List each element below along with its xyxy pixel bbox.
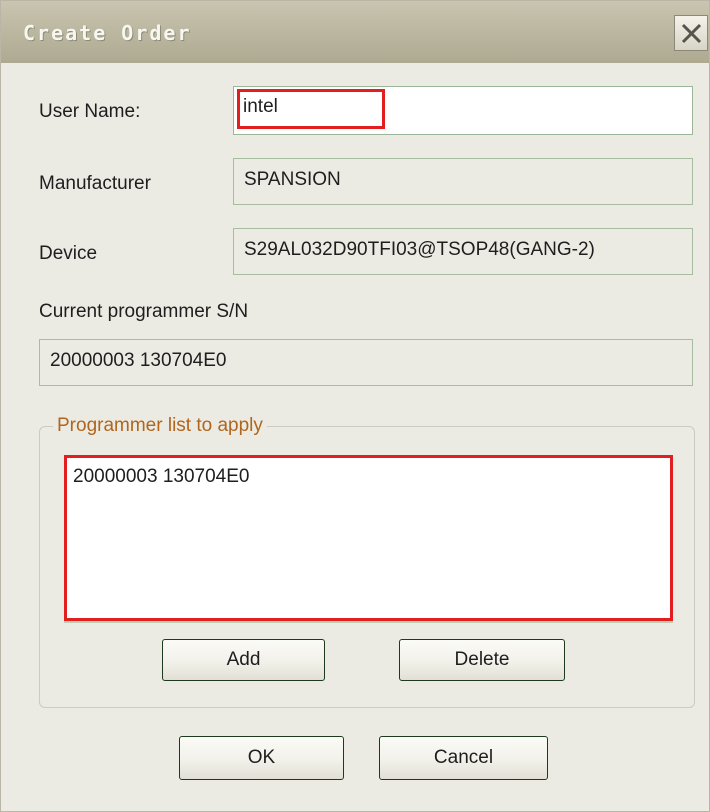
current-sn-field: 20000003 130704E0 (39, 339, 693, 386)
ok-button[interactable]: OK (179, 736, 344, 780)
create-order-dialog: Create Order User Name: intel Manufactur… (0, 0, 710, 812)
programmer-list-legend: Programmer list to apply (53, 415, 267, 437)
close-button[interactable] (674, 15, 708, 51)
delete-button[interactable]: Delete (399, 639, 565, 681)
manufacturer-label: Manufacturer (39, 173, 151, 194)
programmer-listbox[interactable]: 20000003 130704E0 (64, 455, 673, 621)
cancel-button[interactable]: Cancel (379, 736, 548, 780)
user-name-field[interactable]: intel (233, 86, 693, 135)
add-button[interactable]: Add (162, 639, 325, 681)
user-name-label: User Name: (39, 101, 141, 122)
list-item[interactable]: 20000003 130704E0 (73, 466, 249, 488)
current-sn-label: Current programmer S/N (39, 301, 249, 322)
manufacturer-field: SPANSION (233, 158, 693, 205)
device-field: S29AL032D90TFI03@TSOP48(GANG-2) (233, 228, 693, 275)
device-label: Device (39, 243, 98, 264)
title-bar[interactable]: Create Order (1, 1, 709, 63)
close-icon (681, 23, 702, 44)
user-name-value: intel (237, 89, 385, 129)
dialog-title: Create Order (23, 21, 192, 45)
